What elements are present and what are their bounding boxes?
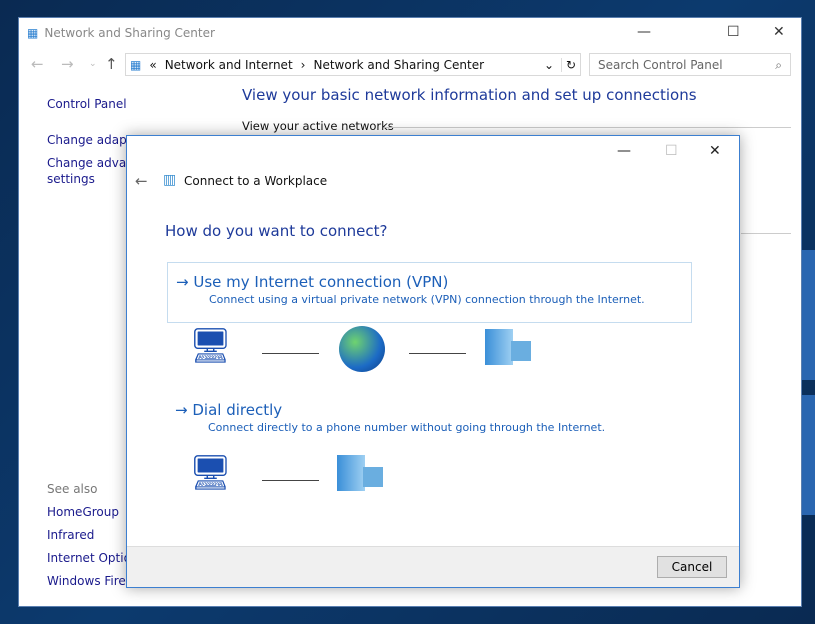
forward-icon[interactable]: → xyxy=(61,55,74,73)
recent-chevron-icon[interactable]: ⌄ xyxy=(89,59,97,69)
change-advanced-link-line2[interactable]: settings xyxy=(47,172,127,186)
maximize-button: ☐ xyxy=(665,143,678,159)
change-adapter-link[interactable]: Change adapter settings xyxy=(47,133,127,147)
up-icon[interactable]: ↑ xyxy=(105,55,118,73)
cancel-button[interactable]: Cancel xyxy=(657,556,727,578)
minimize-button[interactable]: — xyxy=(617,143,631,159)
page-title: View your basic network information and … xyxy=(242,86,697,104)
dialog-footer: Cancel xyxy=(127,546,739,587)
vpn-option[interactable]: → Use my Internet connection (VPN) Conne… xyxy=(167,262,692,323)
internet-options-link[interactable]: Internet Options xyxy=(47,551,127,565)
search-input[interactable]: Search Control Panel ⌕ xyxy=(589,53,791,76)
connector-line xyxy=(262,480,319,481)
refresh-icon[interactable]: ↻ xyxy=(560,57,576,72)
back-icon[interactable]: ← xyxy=(31,55,44,73)
connector-line xyxy=(262,353,319,354)
building-icon xyxy=(363,467,383,487)
close-button[interactable]: ✕ xyxy=(709,143,721,159)
option-title: Use my Internet connection (VPN) xyxy=(193,273,449,291)
separator-icon: › xyxy=(300,57,306,72)
overflow-icon: « xyxy=(149,57,157,72)
dropdown-icon[interactable]: ⌄ xyxy=(544,58,554,72)
active-networks-label: View your active networks xyxy=(242,119,394,133)
divider xyxy=(741,233,791,234)
divider xyxy=(384,127,791,128)
arrow-icon: → xyxy=(176,273,189,291)
computer-icon: 🖥 xyxy=(189,453,233,493)
close-button[interactable]: ✕ xyxy=(773,24,785,40)
maximize-button[interactable]: ☐ xyxy=(727,24,740,40)
breadcrumb-item[interactable]: Network and Internet xyxy=(165,58,293,72)
connector-line xyxy=(409,353,466,354)
address-bar[interactable]: ▦ « Network and Internet › Network and Sha… xyxy=(125,53,581,76)
option-description: Connect using a virtual private network … xyxy=(209,293,645,306)
dialog-title: Connect to a Workplace xyxy=(184,174,328,188)
arrow-icon: → xyxy=(175,401,188,419)
homegroup-link[interactable]: HomeGroup xyxy=(47,505,127,519)
building-icon xyxy=(337,455,365,491)
network-icon: ▦ xyxy=(130,57,142,72)
option-description: Connect directly to a phone number witho… xyxy=(208,421,606,434)
change-advanced-link[interactable]: Change advanced sharing xyxy=(47,156,127,170)
search-placeholder: Search Control Panel xyxy=(598,58,723,72)
dial-option[interactable]: → Dial directly Connect directly to a ph… xyxy=(167,391,692,444)
back-icon[interactable]: ← xyxy=(135,172,148,190)
building-icon xyxy=(511,341,531,361)
search-icon: ⌕ xyxy=(775,58,782,72)
network-icon: ▦ xyxy=(27,26,39,40)
dialog-question: How do you want to connect? xyxy=(165,222,388,240)
option-title: Dial directly xyxy=(192,401,283,419)
globe-icon xyxy=(339,326,385,372)
workplace-icon: ▥ xyxy=(163,172,177,188)
infrared-link[interactable]: Infrared xyxy=(47,528,127,542)
windows-firewall-link[interactable]: Windows Firewall xyxy=(47,574,127,588)
desktop-wallpaper xyxy=(802,395,815,515)
computer-icon: 🖥 xyxy=(189,326,233,366)
breadcrumb-item[interactable]: Network and Sharing Center xyxy=(313,58,484,72)
desktop-wallpaper xyxy=(802,250,815,380)
window-title: Network and Sharing Center xyxy=(44,26,215,40)
building-icon xyxy=(485,329,513,365)
connect-workplace-dialog: — ☐ ✕ ← ▥ Connect to a Workplace How do … xyxy=(126,135,740,588)
minimize-button[interactable]: — xyxy=(637,24,651,40)
see-also-label: See also xyxy=(47,482,98,496)
title-bar: ▦ Network and Sharing Center xyxy=(19,18,801,48)
control-panel-home-link[interactable]: Control Panel Home xyxy=(47,97,127,111)
